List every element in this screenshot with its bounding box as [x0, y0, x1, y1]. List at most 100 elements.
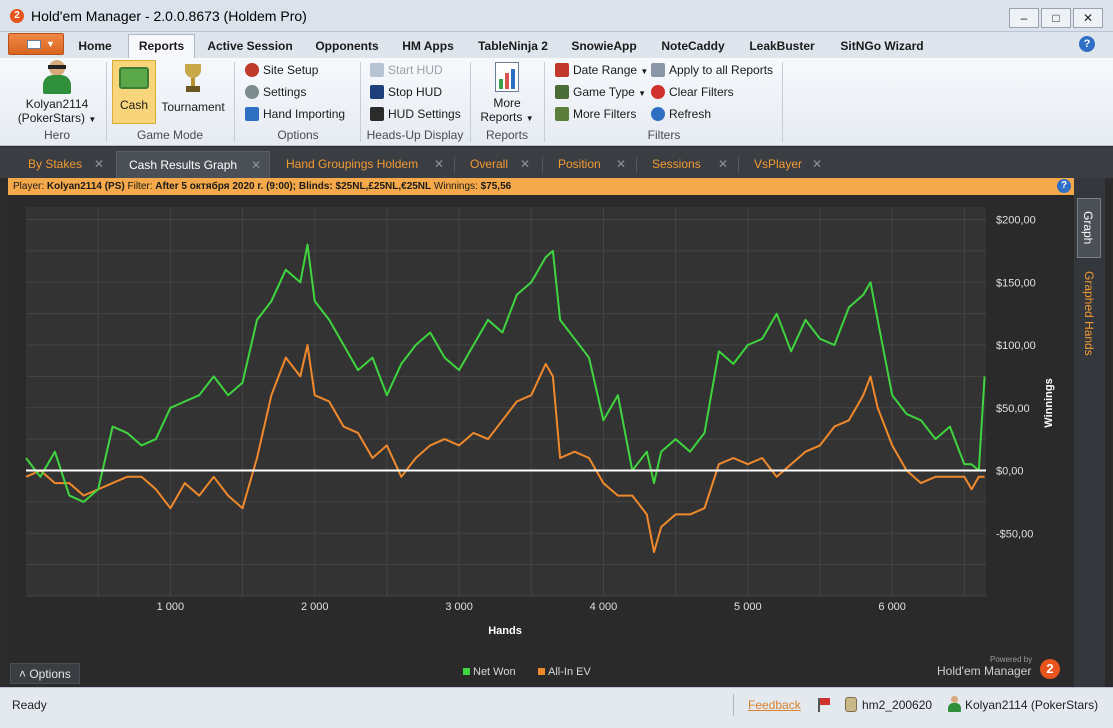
divider	[106, 62, 107, 142]
site-setup-label: Site Setup	[263, 63, 319, 77]
tournament-mode-button[interactable]: Tournament	[158, 60, 228, 114]
tab-opponents[interactable]: Opponents	[308, 36, 386, 58]
title-bar: 2 Hold'em Manager - 2.0.0.8673 (Holdem P…	[0, 0, 1113, 32]
hero-selector[interactable]: Kolyan2114 (PokerStars) ▼	[14, 60, 100, 125]
stop-icon	[370, 85, 384, 99]
divider	[470, 62, 471, 142]
tab-snowieapp[interactable]: SnowieApp	[566, 36, 642, 58]
close-icon[interactable]: ✕	[434, 151, 444, 177]
game-type-button[interactable]: Game Type ▼	[555, 82, 646, 102]
apply-all-reports-button[interactable]: Apply to all Reports	[651, 60, 773, 80]
apply-all-label: Apply to all Reports	[669, 63, 774, 77]
tab-by-stakes[interactable]: By Stakes ✕	[16, 151, 112, 179]
legend-label: All-In EV	[548, 666, 591, 678]
help-icon[interactable]: ?	[1057, 179, 1071, 193]
tab-leakbuster[interactable]: LeakBuster	[744, 36, 820, 58]
filter-value: After 5 октября 2020 г. (9:00); Blinds: …	[155, 181, 432, 192]
stop-hud-label: Stop HUD	[388, 85, 443, 99]
flag-icon[interactable]	[818, 698, 830, 712]
help-icon[interactable]: ?	[1079, 36, 1095, 52]
y-tick-label: $50,00	[996, 403, 1030, 415]
tab-hm-apps[interactable]: HM Apps	[396, 36, 460, 58]
group-label-hero: Hero	[43, 128, 70, 142]
hud-settings-button[interactable]: HUD Settings	[370, 104, 461, 124]
y-axis-ticks: $200,00 $150,00 $100,00 $50,00 $0,00 -$50,00	[996, 215, 1036, 541]
more-filters-button[interactable]: More Filters	[555, 104, 636, 124]
tab-overall[interactable]: Overall ✕	[458, 151, 538, 179]
hero-site-label: (PokerStars)	[17, 111, 86, 125]
trophy-icon	[183, 64, 203, 94]
close-icon[interactable]: ✕	[718, 151, 728, 177]
avatar	[41, 60, 73, 94]
import-arrow-icon	[245, 107, 259, 121]
maximize-button[interactable]: □	[1041, 8, 1071, 28]
database-icon	[845, 697, 857, 712]
x-tick-label: 2 000	[301, 601, 329, 613]
date-range-button[interactable]: Date Range ▼	[555, 60, 648, 80]
tab-active-session[interactable]: Active Session	[202, 36, 298, 58]
x-axis-label: Hands	[488, 625, 522, 637]
y-tick-label: $100,00	[996, 340, 1036, 352]
tab-cash-results-graph-label: Cash Results Graph	[129, 158, 238, 172]
close-icon[interactable]: ✕	[616, 151, 626, 177]
results-graph: $200,00 $150,00 $100,00 $50,00 $0,00 -$50,00 …	[8, 195, 1074, 687]
tab-vsplayer[interactable]: VsPlayer ✕	[742, 151, 830, 179]
site-setup-button[interactable]: Site Setup	[245, 60, 318, 80]
game-type-icon	[555, 85, 569, 99]
cash-mode-button[interactable]: Cash	[112, 60, 156, 124]
tab-cash-results-graph[interactable]: Cash Results Graph ✕	[116, 151, 270, 179]
tab-hand-groupings[interactable]: Hand Groupings Holdem ✕	[274, 151, 452, 179]
close-icon[interactable]: ✕	[94, 151, 104, 177]
winnings-label: Winnings:	[433, 181, 478, 192]
player-value: Kolyan2114 (PS)	[46, 181, 125, 192]
hand-importing-button[interactable]: Hand Importing	[245, 104, 345, 124]
tab-position[interactable]: Position ✕	[546, 151, 634, 179]
divider	[738, 157, 739, 173]
group-label-reports: Reports	[485, 128, 529, 142]
tab-graphed-hands[interactable]: Graphed Hands	[1077, 268, 1101, 358]
tab-home[interactable]: Home	[70, 36, 120, 58]
active-player[interactable]: Kolyan2114 (PokerStars)	[965, 698, 1098, 712]
group-label-options: Options	[277, 128, 319, 142]
tab-notecaddy[interactable]: NoteCaddy	[654, 36, 732, 58]
database-name[interactable]: hm2_200620	[862, 698, 932, 712]
close-icon[interactable]: ✕	[251, 152, 261, 178]
start-hud-button[interactable]: Start HUD	[370, 60, 443, 80]
app-menu-button[interactable]: ▼	[8, 33, 64, 55]
winnings-value: $75,56	[480, 181, 512, 192]
calendar-icon	[555, 63, 569, 77]
apply-filter-icon	[651, 63, 665, 77]
clear-filters-button[interactable]: Clear Filters	[651, 82, 734, 102]
more-reports-button[interactable]: More Reports ▼	[476, 60, 538, 124]
settings-button[interactable]: Settings	[245, 82, 306, 102]
divider	[542, 157, 543, 173]
game-type-label: Game Type	[573, 85, 635, 99]
powered-by-text: Powered by	[990, 655, 1033, 664]
minimize-button[interactable]: –	[1009, 8, 1039, 28]
tab-reports[interactable]: Reports	[128, 34, 195, 58]
stop-hud-button[interactable]: Stop HUD	[370, 82, 442, 102]
refresh-icon	[651, 107, 665, 121]
tab-graph[interactable]: Graph	[1077, 198, 1101, 258]
tab-tableninja[interactable]: TableNinja 2	[472, 36, 554, 58]
reports-label-line: Reports ▼	[476, 110, 538, 124]
close-button[interactable]: ✕	[1073, 8, 1103, 28]
brand-logo-icon: 2	[1040, 659, 1060, 679]
legend-swatch	[538, 668, 545, 675]
options-button[interactable]: ˄ Options	[10, 663, 80, 684]
app-logo-icon: 2	[10, 9, 24, 23]
close-icon[interactable]: ✕	[520, 151, 530, 177]
tab-sitngo-wizard[interactable]: SitNGo Wizard	[834, 36, 930, 58]
hud-settings-icon	[370, 107, 384, 121]
close-icon[interactable]: ✕	[812, 151, 822, 177]
more-label: More	[493, 96, 521, 110]
window-title: Hold'em Manager - 2.0.0.8673 (Holdem Pro…	[31, 8, 307, 24]
refresh-button[interactable]: Refresh	[651, 104, 711, 124]
x-axis-ticks: 1 000 2 000 3 000 4 000 5 000 6 000	[157, 601, 906, 613]
tab-sessions[interactable]: Sessions ✕	[640, 151, 736, 179]
y-tick-label: $200,00	[996, 215, 1036, 227]
start-hud-label: Start HUD	[388, 63, 443, 77]
feedback-link[interactable]: Feedback	[748, 698, 801, 712]
x-tick-label: 1 000	[157, 601, 185, 613]
group-label-hud: Heads-Up Display	[366, 128, 464, 142]
